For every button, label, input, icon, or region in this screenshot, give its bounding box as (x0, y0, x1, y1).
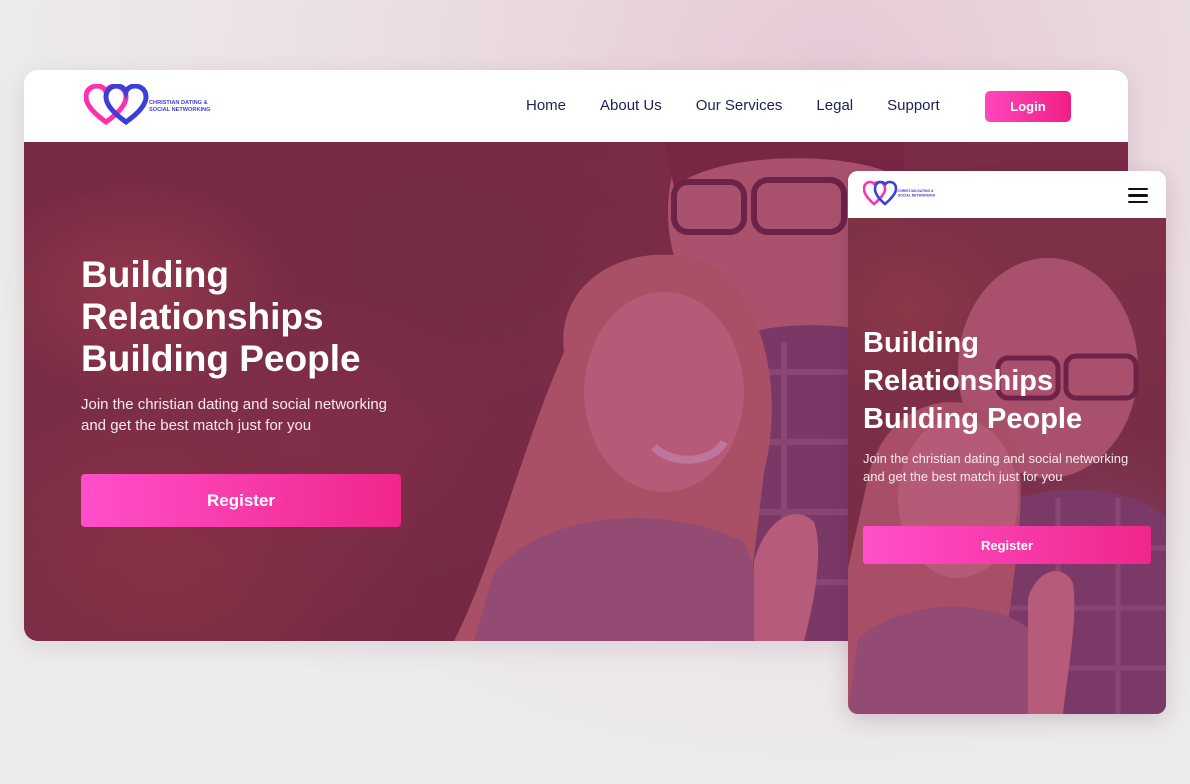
logo-text-line2: SOCIAL NETWORKING (149, 107, 210, 113)
mobile-brand-logo[interactable]: CHRISTIAN DATING & SOCIAL NETWORKING (863, 180, 939, 208)
hearts-logo-icon (84, 84, 149, 126)
desktop-navbar: CHRISTIAN DATING & SOCIAL NETWORKING Hom… (24, 70, 1128, 142)
hero-subtext: Join the christian dating and social net… (81, 394, 421, 436)
mobile-hero: Building Relationships Building People J… (848, 218, 1166, 714)
mobile-hero-subtext: Join the christian dating and social net… (863, 450, 1153, 486)
mobile-hearts-logo-icon (863, 180, 898, 206)
headline-line-2: Relationships (81, 296, 324, 337)
logo-text-line1: CHRISTIAN DATING & (149, 100, 208, 106)
nav-link-home[interactable]: Home (526, 97, 566, 114)
mobile-subtext-line-2: and get the best match just for you (863, 469, 1063, 484)
mobile-logo-text-line2: SOCIAL NETWORKING (898, 194, 936, 198)
mobile-hero-copy: Building Relationships Building People J… (863, 324, 1153, 486)
headline-line-3: Building People (81, 338, 361, 379)
mobile-mockup: CHRISTIAN DATING & SOCIAL NETWORKING Bui… (848, 171, 1166, 714)
login-button[interactable]: Login (985, 91, 1071, 122)
mobile-navbar: CHRISTIAN DATING & SOCIAL NETWORKING (848, 171, 1166, 218)
main-nav: Home About Us Our Services Legal Support (526, 97, 974, 114)
subtext-line-1: Join the christian dating and social net… (81, 396, 388, 413)
nav-link-legal[interactable]: Legal (816, 97, 853, 114)
mobile-subtext-line-1: Join the christian dating and social net… (863, 451, 1129, 466)
register-button[interactable]: Register (81, 474, 401, 527)
nav-link-about-us[interactable]: About Us (600, 97, 662, 114)
mobile-headline-line-3: Building People (863, 403, 1083, 435)
hero-copy: Building Relationships Building People J… (81, 254, 461, 436)
hero-headline: Building Relationships Building People (81, 254, 461, 380)
hamburger-menu-icon[interactable] (1128, 188, 1148, 204)
mobile-logo-text-line1: CHRISTIAN DATING & (898, 189, 934, 193)
nav-link-our-services[interactable]: Our Services (696, 97, 783, 114)
nav-link-support[interactable]: Support (887, 97, 940, 114)
mobile-headline-line-1: Building (863, 327, 979, 359)
headline-line-1: Building (81, 254, 229, 295)
subtext-line-2: and get the best match just for you (81, 417, 312, 434)
brand-logo[interactable]: CHRISTIAN DATING & SOCIAL NETWORKING (84, 84, 214, 128)
mobile-headline-line-2: Relationships (863, 365, 1054, 397)
mobile-register-button[interactable]: Register (863, 526, 1151, 564)
mobile-hero-headline: Building Relationships Building People (863, 324, 1153, 438)
